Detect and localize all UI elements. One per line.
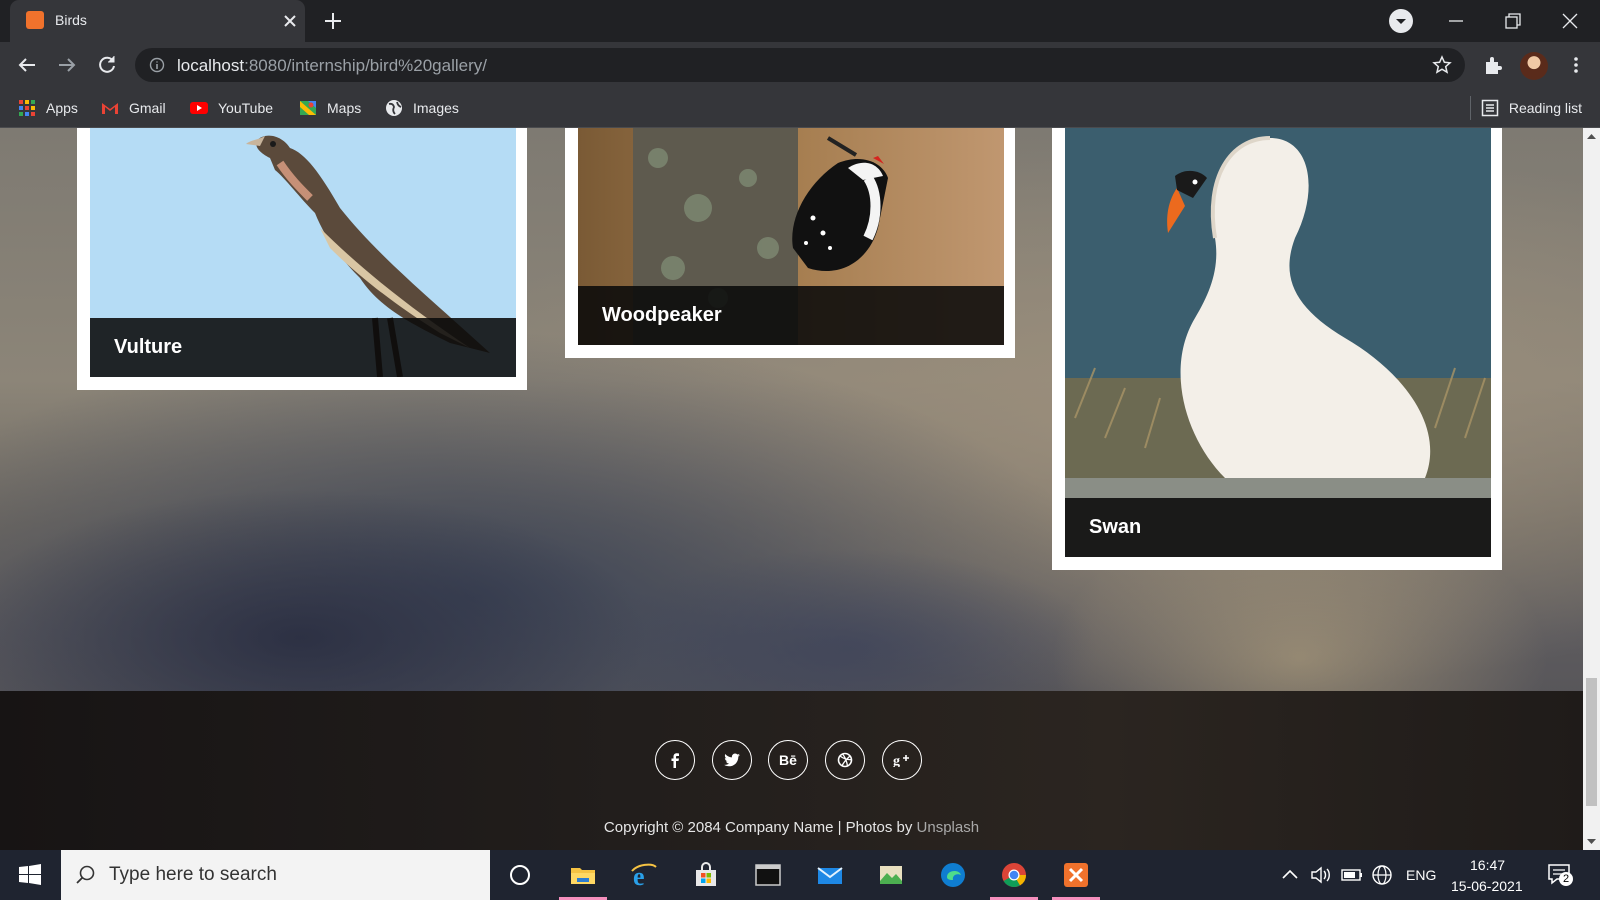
close-tab-icon[interactable]: [280, 11, 300, 31]
gmail-icon: [102, 103, 118, 114]
apps-grid-icon: [19, 100, 35, 116]
twitter-icon: [724, 753, 740, 767]
photos-app-icon[interactable]: [877, 861, 905, 889]
profile-avatar[interactable]: [1520, 52, 1548, 80]
taskbar-search[interactable]: Type here to search: [61, 850, 490, 900]
bookmark-star-icon[interactable]: [1432, 55, 1452, 75]
scroll-up-icon[interactable]: [1583, 128, 1600, 145]
behance-icon: Bē: [779, 752, 797, 768]
bookmarks-separator: [1470, 96, 1471, 120]
bookmark-images[interactable]: Images: [385, 88, 459, 128]
notification-count-badge: 2: [1559, 872, 1573, 886]
globe-icon: [386, 100, 402, 116]
card-caption: Woodpeaker: [578, 286, 1004, 345]
gallery-card-vulture[interactable]: Vulture: [77, 128, 527, 390]
bookmark-maps[interactable]: Maps: [299, 88, 361, 128]
card-image-frame: Woodpeaker: [578, 128, 1004, 345]
bookmark-label: Apps: [46, 100, 78, 116]
bookmark-label: Images: [413, 100, 459, 116]
windows-start-icon[interactable]: [16, 861, 44, 889]
google-plus-link[interactable]: g: [882, 740, 922, 780]
page-scrollbar[interactable]: [1583, 128, 1600, 850]
store-icon[interactable]: [692, 861, 720, 889]
chrome-icon[interactable]: [1000, 861, 1028, 889]
back-icon[interactable]: [15, 53, 39, 77]
twitter-link[interactable]: [712, 740, 752, 780]
reading-list-label: Reading list: [1508, 100, 1582, 116]
clock-date[interactable]: 15-06-2021: [1451, 878, 1523, 894]
google-plus-icon: g: [893, 754, 909, 767]
forward-icon[interactable]: [55, 53, 79, 77]
close-window-icon[interactable]: [1557, 8, 1583, 34]
restore-icon[interactable]: [1500, 8, 1526, 34]
extensions-icon[interactable]: [1482, 54, 1504, 76]
copyright-text: Copyright © 2084 Company Name | Photos b…: [603, 819, 980, 836]
reading-list-button[interactable]: Reading list: [1481, 88, 1582, 128]
scroll-down-icon[interactable]: [1583, 833, 1600, 850]
card-caption: Swan: [1065, 498, 1491, 557]
search-placeholder: Type here to search: [109, 864, 277, 885]
card-image-frame: Swan: [1065, 128, 1491, 557]
edge-icon[interactable]: [939, 861, 967, 889]
action-center-button[interactable]: 2: [1547, 862, 1573, 888]
bookmarks-bar: Apps Gmail YouTube Maps Images Reading l…: [0, 88, 1600, 128]
file-explorer-icon[interactable]: [569, 861, 597, 889]
gallery-card-swan[interactable]: Swan: [1052, 128, 1502, 570]
xampp-favicon-icon: [26, 11, 44, 29]
reading-list-icon: [1481, 99, 1499, 117]
tab-search-icon[interactable]: [1389, 9, 1413, 33]
address-bar[interactable]: localhost:8080/internship/bird%20gallery…: [135, 48, 1465, 82]
bookmark-label: YouTube: [218, 100, 274, 116]
facebook-icon: [671, 753, 679, 768]
more-menu-icon[interactable]: [1566, 55, 1586, 75]
card-caption: Vulture: [90, 318, 516, 377]
windows-taskbar: Type here to search e ENG 16:47 15-06-20…: [0, 850, 1600, 900]
site-info-icon[interactable]: [149, 57, 165, 73]
page-viewport: Vulture Woodpeaker Swan Bē g Copyright ©…: [0, 128, 1583, 850]
bookmark-label: Maps: [327, 100, 362, 116]
battery-icon[interactable]: [1340, 861, 1364, 889]
xampp-icon[interactable]: [1062, 861, 1090, 889]
show-hidden-icons-icon[interactable]: [1280, 861, 1300, 889]
bookmark-youtube[interactable]: YouTube: [190, 88, 273, 128]
dribbble-icon: [837, 752, 853, 768]
language-indicator[interactable]: ENG: [1406, 867, 1436, 883]
unsplash-link[interactable]: Unsplash: [917, 819, 980, 836]
scroll-thumb[interactable]: [1586, 678, 1597, 806]
url-text[interactable]: localhost:8080/internship/bird%20gallery…: [177, 56, 487, 76]
gallery-card-woodpecker[interactable]: Woodpeaker: [565, 128, 1015, 358]
internet-explorer-icon[interactable]: e: [630, 861, 658, 889]
bookmark-gmail[interactable]: Gmail: [101, 88, 166, 128]
maps-icon: [300, 101, 316, 115]
network-globe-icon[interactable]: [1371, 861, 1393, 889]
youtube-icon: [190, 102, 208, 114]
minimize-icon[interactable]: [1443, 8, 1469, 34]
card-image-frame: Vulture: [90, 128, 516, 377]
browser-toolbar: localhost:8080/internship/bird%20gallery…: [0, 42, 1600, 88]
behance-link[interactable]: Bē: [768, 740, 808, 780]
terminal-icon[interactable]: [754, 861, 782, 889]
facebook-link[interactable]: [655, 740, 695, 780]
clock-time[interactable]: 16:47: [1470, 857, 1505, 873]
reload-icon[interactable]: [95, 53, 119, 77]
cortana-icon[interactable]: [506, 861, 534, 889]
browser-tab[interactable]: Birds: [10, 0, 305, 42]
tab-title: Birds: [55, 12, 87, 28]
dribbble-link[interactable]: [825, 740, 865, 780]
bookmark-label: Gmail: [129, 100, 166, 116]
swan-image: [1065, 128, 1491, 557]
tab-strip: Birds: [0, 0, 1600, 42]
mail-icon[interactable]: [816, 861, 844, 889]
svg-text:g: g: [893, 754, 900, 767]
volume-icon[interactable]: [1310, 861, 1332, 889]
bookmark-apps[interactable]: Apps: [18, 88, 78, 128]
search-icon: [76, 865, 95, 884]
new-tab-icon[interactable]: [322, 10, 344, 32]
site-footer: Bē g Copyright © 2084 Company Name | Pho…: [0, 691, 1583, 850]
